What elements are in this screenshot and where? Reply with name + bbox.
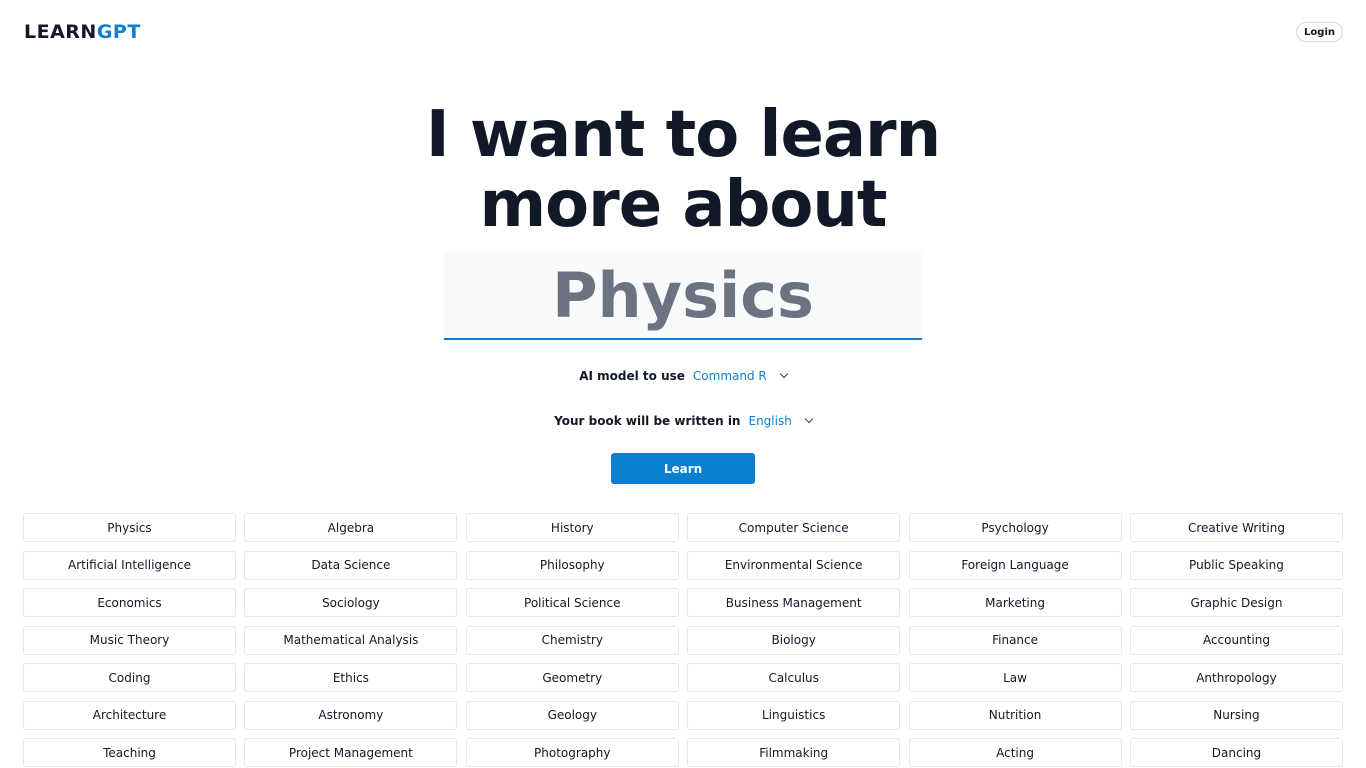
logo-learn: LEARN [24, 21, 97, 43]
topic-chip[interactable]: Finance [908, 625, 1122, 655]
topic-chip[interactable]: Nutrition [908, 700, 1122, 730]
topic-chip[interactable]: Filmmaking [687, 738, 901, 767]
headline-line-1: I want to learn [425, 98, 941, 172]
learn-button[interactable]: Learn [611, 453, 755, 484]
logo-gpt: GPT [96, 21, 141, 43]
topic-chip[interactable]: Calculus [687, 663, 901, 692]
topic-chip[interactable]: Geology [465, 700, 679, 730]
topic-chip[interactable]: Political Science [465, 588, 679, 617]
topic-chip[interactable]: Sociology [244, 588, 458, 617]
topic-chip[interactable]: Linguistics [687, 700, 901, 730]
topic-chip[interactable]: Economics [23, 588, 236, 617]
topic-chip[interactable]: Physics [23, 513, 236, 542]
topic-chip[interactable]: Psychology [908, 513, 1122, 542]
topic-chip[interactable]: Graphic Design [1129, 588, 1343, 617]
topic-chip[interactable]: Chemistry [465, 625, 679, 655]
topic-chip[interactable]: Coding [23, 663, 236, 692]
topic-chip[interactable]: Nursing [1129, 700, 1343, 730]
logo[interactable]: LEARNGPT [24, 20, 141, 44]
model-select-value[interactable]: Command R [693, 369, 767, 383]
topic-chip[interactable]: Law [908, 663, 1122, 692]
topic-chip[interactable]: Creative Writing [1129, 513, 1343, 542]
topic-suggestions-grid: Physics Algebra History Computer Science Psy… [23, 513, 1343, 767]
topic-chip[interactable]: Foreign Language [908, 550, 1122, 580]
hero-headline: I want to learn more about [0, 100, 1366, 240]
topic-chip[interactable]: Philosophy [465, 550, 679, 580]
headline-line-2: more about [479, 168, 887, 242]
language-select-label: Your book will be written in [554, 414, 741, 428]
topic-chip[interactable]: Music Theory [23, 625, 236, 655]
topic-chip[interactable]: Ethics [244, 663, 458, 692]
topic-chip[interactable]: Mathematical Analysis [244, 625, 458, 655]
topic-chip[interactable]: History [465, 513, 679, 542]
model-select-label: AI model to use [579, 369, 685, 383]
topic-chip[interactable]: Biology [687, 625, 901, 655]
topic-input[interactable] [444, 252, 922, 338]
topic-chip[interactable]: Environmental Science [687, 550, 901, 580]
topic-chip[interactable]: Project Management [244, 738, 458, 767]
topic-input-container [444, 252, 922, 340]
model-select[interactable]: AI model to use Command R [0, 368, 1366, 384]
topic-chip[interactable]: Data Science [244, 550, 458, 580]
topic-chip[interactable]: Algebra [244, 513, 458, 542]
topic-chip[interactable]: Teaching [23, 738, 236, 767]
language-select[interactable]: Your book will be written in English [0, 413, 1366, 429]
topic-chip[interactable]: Geometry [465, 663, 679, 692]
topic-chip[interactable]: Acting [908, 738, 1122, 767]
chevron-down-icon[interactable] [779, 369, 788, 379]
topic-chip[interactable]: Public Speaking [1129, 550, 1343, 580]
topic-chip[interactable]: Dancing [1129, 738, 1343, 767]
language-select-value[interactable]: English [748, 414, 791, 428]
topic-chip[interactable]: Accounting [1129, 625, 1343, 655]
topic-chip[interactable]: Artificial Intelligence [23, 550, 236, 580]
chevron-down-icon[interactable] [804, 414, 814, 424]
topic-chip[interactable]: Marketing [908, 588, 1122, 617]
login-button[interactable]: Login [1296, 22, 1343, 42]
topic-chip[interactable]: Anthropology [1129, 663, 1343, 692]
topic-chip[interactable]: Business Management [687, 588, 901, 617]
topic-chip[interactable]: Architecture [23, 700, 236, 730]
topic-chip[interactable]: Photography [465, 738, 679, 767]
topic-chip[interactable]: Astronomy [244, 700, 458, 730]
topic-chip[interactable]: Computer Science [687, 513, 901, 542]
